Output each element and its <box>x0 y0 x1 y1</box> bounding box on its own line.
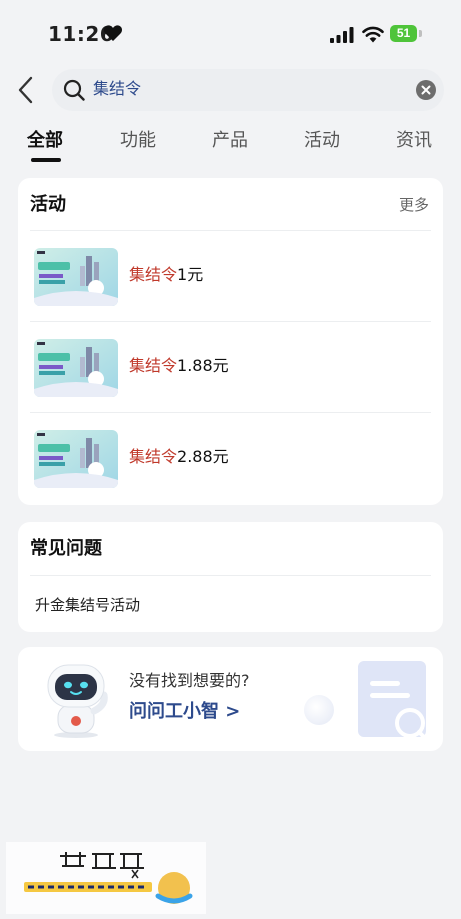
status-bar: 11:26 51 <box>0 0 461 64</box>
activity-thumbnail <box>34 430 118 488</box>
watermark-logo <box>6 842 206 914</box>
activity-item[interactable]: 集结令2.88元 <box>18 413 443 503</box>
category-tabs: 全部 功能 产品 活动 资讯 <box>0 124 461 166</box>
tab-news[interactable]: 资讯 <box>396 130 432 152</box>
close-icon <box>421 85 431 95</box>
faq-item[interactable]: 升金集结号活动 <box>35 595 140 615</box>
activity-item-title: 集结令1元 <box>129 264 203 286</box>
active-tab-indicator <box>31 158 61 162</box>
activity-thumbnail <box>34 248 118 306</box>
wifi-icon <box>362 26 384 43</box>
divider <box>30 575 431 576</box>
search-bar-row: 集结令 <box>0 68 461 112</box>
robot-assistant-icon <box>47 664 108 738</box>
activity-item-price: 1元 <box>177 265 204 284</box>
activity-item-title: 集结令2.88元 <box>129 446 229 468</box>
search-input[interactable]: 集结令 <box>52 69 444 111</box>
clear-search-button[interactable] <box>416 80 436 100</box>
more-activities-link[interactable]: 更多 <box>399 195 429 215</box>
help-prompt-text: 没有找到想要的? <box>129 671 250 690</box>
activity-item-price: 2.88元 <box>177 447 229 466</box>
search-highlight: 集结令 <box>129 265 178 284</box>
search-highlight: 集结令 <box>129 447 178 466</box>
activity-item[interactable]: 集结令1.88元 <box>18 322 443 412</box>
tab-all[interactable]: 全部 <box>27 130 63 152</box>
faq-section-title: 常见问题 <box>30 538 102 559</box>
search-highlight: 集结令 <box>129 356 178 375</box>
help-card[interactable]: 没有找到想要的? 问问工小智 > <box>18 647 443 751</box>
tab-activities[interactable]: 活动 <box>304 130 340 152</box>
tab-functions[interactable]: 功能 <box>120 130 156 152</box>
faq-section: 常见问题 升金集结号活动 <box>18 522 443 632</box>
battery-cap <box>419 30 422 37</box>
cellular-signal-icon <box>330 27 354 43</box>
activity-item-title: 集结令1.88元 <box>129 355 229 377</box>
tab-products[interactable]: 产品 <box>212 130 248 152</box>
activity-section: 活动 更多 集结令1元 集结令1.88元 集结令2.88元 <box>18 178 443 505</box>
decorative-bubble <box>304 695 334 725</box>
battery-indicator: 51 <box>390 25 422 43</box>
activity-section-title: 活动 <box>30 194 66 215</box>
ask-assistant-link[interactable]: 问问工小智 > <box>129 700 240 724</box>
search-query-text[interactable]: 集结令 <box>93 78 141 100</box>
heart-icon <box>103 25 123 41</box>
activity-item[interactable]: 集结令1元 <box>18 231 443 321</box>
back-arrow-icon[interactable] <box>14 74 40 106</box>
document-search-icon <box>358 661 429 741</box>
activity-item-price: 1.88元 <box>177 356 229 375</box>
battery-level: 51 <box>390 25 417 42</box>
activity-thumbnail <box>34 339 118 397</box>
search-icon <box>63 79 85 101</box>
